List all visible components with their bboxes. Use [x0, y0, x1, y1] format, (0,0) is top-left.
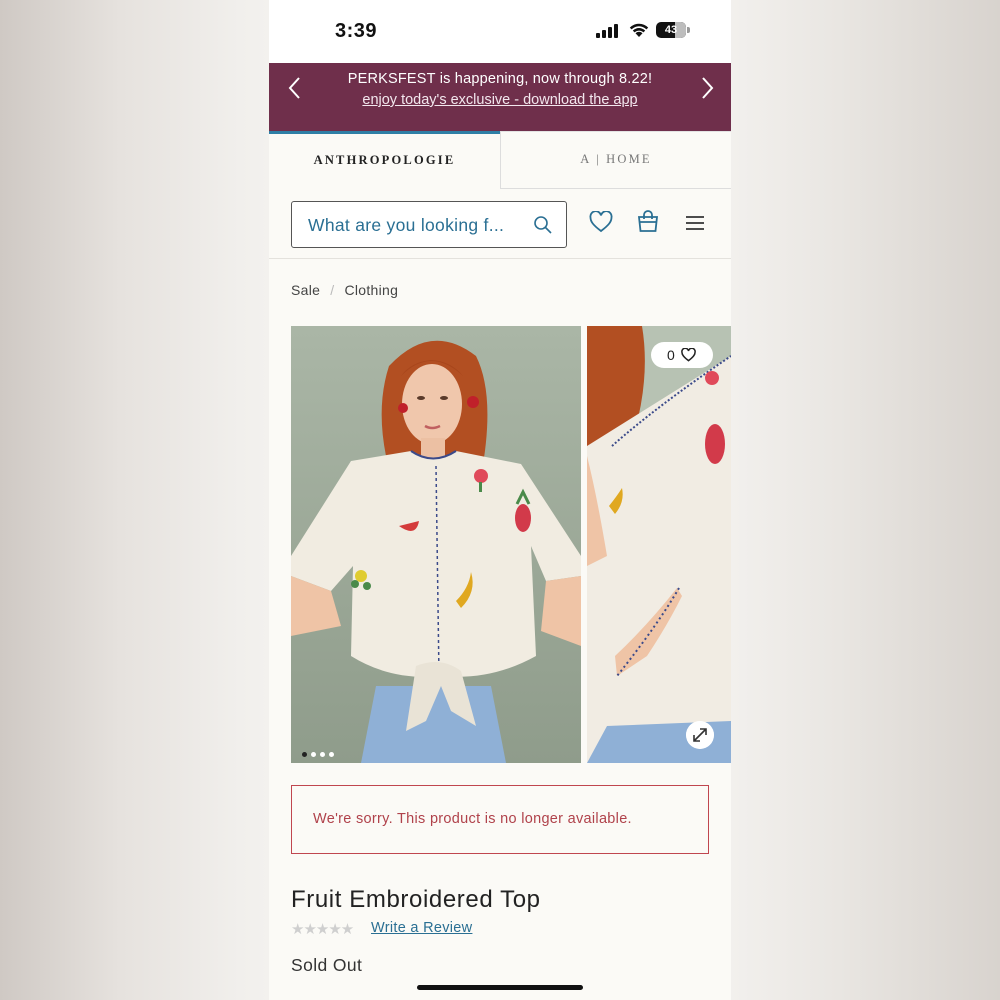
battery-nub: [687, 27, 690, 33]
battery-icon: 43: [656, 22, 686, 38]
tab-anthropologie[interactable]: ANTHROPOLOGIE: [269, 131, 500, 189]
carousel-dot[interactable]: [320, 752, 325, 757]
rating-stars: ★★★★★: [291, 921, 354, 938]
tab-a-home[interactable]: A | HOME: [500, 131, 731, 189]
product-image-main[interactable]: [291, 326, 581, 763]
cellular-signal-icon: [596, 24, 622, 38]
search-input[interactable]: What are you looking f...: [291, 201, 567, 248]
breadcrumb-separator: /: [330, 282, 335, 298]
breadcrumb-clothing[interactable]: Clothing: [344, 282, 398, 298]
carousel-dots[interactable]: [302, 744, 338, 762]
heart-icon: [681, 348, 696, 362]
status-time: 3:39: [335, 20, 378, 42]
product-title: Fruit Embroidered Top: [291, 886, 541, 913]
carousel-dot[interactable]: [302, 752, 307, 757]
like-count-button[interactable]: 0: [651, 342, 713, 368]
breadcrumb: Sale / Clothing: [291, 282, 398, 298]
breadcrumb-sale[interactable]: Sale: [291, 282, 320, 298]
carousel-dot[interactable]: [329, 752, 334, 757]
unavailable-notice: We're sorry. This product is no longer a…: [291, 785, 709, 854]
wifi-icon: [629, 23, 649, 37]
phone-screen: 3:39 43 PERKSFEST is happening, now thro…: [269, 0, 731, 1000]
heart-icon[interactable]: [589, 211, 613, 233]
promo-link[interactable]: enjoy today's exclusive - download the a…: [269, 92, 731, 108]
product-image-secondary[interactable]: 0: [587, 326, 731, 763]
status-bar: 3:39 43: [269, 0, 731, 63]
shopping-bag-icon[interactable]: [636, 209, 660, 233]
search-icon[interactable]: [533, 215, 553, 235]
carousel-dot[interactable]: [311, 752, 316, 757]
menu-icon[interactable]: [685, 215, 705, 231]
write-review-link[interactable]: Write a Review: [371, 920, 472, 936]
brand-tabs: ANTHROPOLOGIE A | HOME: [269, 131, 731, 189]
product-photo: [291, 326, 581, 763]
home-indicator[interactable]: [417, 985, 583, 990]
battery-level: 43: [664, 24, 678, 36]
expand-icon[interactable]: [686, 721, 714, 749]
product-photo-secondary: [587, 326, 731, 763]
search-placeholder: What are you looking f...: [308, 215, 505, 235]
availability-status: Sold Out: [291, 955, 363, 975]
like-count: 0: [667, 347, 675, 363]
header-search-row: What are you looking f...: [269, 189, 731, 259]
chevron-right-icon[interactable]: [693, 75, 719, 101]
background-right: [731, 0, 1000, 1000]
unavailable-message: We're sorry. This product is no longer a…: [313, 811, 632, 827]
promo-headline: PERKSFEST is happening, now through 8.22…: [347, 71, 653, 87]
promo-banner: PERKSFEST is happening, now through 8.22…: [269, 63, 731, 131]
